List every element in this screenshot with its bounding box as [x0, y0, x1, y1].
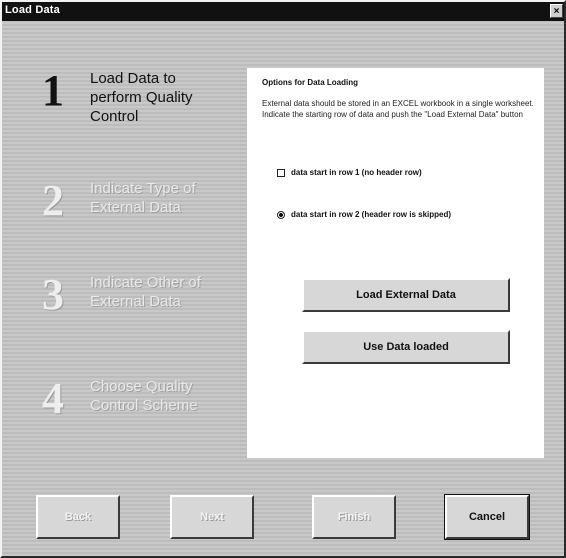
step-3: 3 Indicate Other of External Data [42, 273, 252, 343]
option-label: data start in row 2 (header row is skipp… [291, 210, 452, 219]
step-label: Indicate Type of External Data [90, 179, 196, 217]
window-title: Load Data [5, 4, 60, 16]
radio-selected-icon[interactable] [277, 210, 285, 219]
use-data-loaded-button[interactable]: Use Data loaded [302, 330, 510, 364]
step-label-line: External Data [90, 199, 181, 216]
options-description: External data should be stored in an EXC… [262, 99, 534, 119]
option-label: data start in row 1 (no header row) [291, 168, 422, 177]
step-number: 2 [42, 176, 64, 225]
step-1: 1 Load Data to perform Quality Control [42, 69, 252, 139]
step-number: 4 [42, 374, 64, 423]
cancel-button[interactable]: Cancel [444, 494, 530, 540]
options-heading: Options for Data Loading [262, 78, 358, 87]
step-label-line: perform Quality [90, 89, 193, 106]
load-data-dialog: Load Data × 1 Load Data to perform Quali… [0, 0, 566, 558]
step-label: Load Data to perform Quality Control [90, 69, 193, 126]
step-label-line: Choose Quality [90, 378, 193, 395]
step-number: 3 [42, 270, 64, 319]
step-label: Indicate Other of External Data [90, 273, 201, 311]
options-panel: Options for Data Loading External data s… [247, 68, 544, 458]
step-label-line: Indicate Type of [90, 180, 196, 197]
load-external-data-button[interactable]: Load External Data [302, 278, 510, 312]
step-label-line: Indicate Other of [90, 274, 201, 291]
radio-unselected-icon[interactable] [277, 168, 285, 177]
step-label-line: External Data [90, 293, 181, 310]
next-button[interactable]: Next [170, 495, 254, 539]
title-bar: Load Data × [2, 2, 564, 21]
finish-button[interactable]: Finish [312, 495, 396, 539]
option-row-1[interactable]: data start in row 1 (no header row) [277, 168, 422, 177]
step-label: Choose Quality Control Scheme [90, 377, 198, 415]
step-4: 4 Choose Quality Control Scheme [42, 377, 252, 447]
dialog-body: 1 Load Data to perform Quality Control 2… [2, 21, 564, 556]
step-2: 2 Indicate Type of External Data [42, 179, 252, 249]
step-label-line: Control Scheme [90, 397, 198, 414]
step-label-line: Load Data to [90, 70, 176, 87]
back-button[interactable]: Back [36, 495, 120, 539]
step-number: 1 [42, 66, 64, 115]
step-label-line: Control [90, 108, 139, 125]
option-row-2[interactable]: data start in row 2 (header row is skipp… [277, 210, 451, 219]
close-icon[interactable]: × [550, 4, 563, 18]
